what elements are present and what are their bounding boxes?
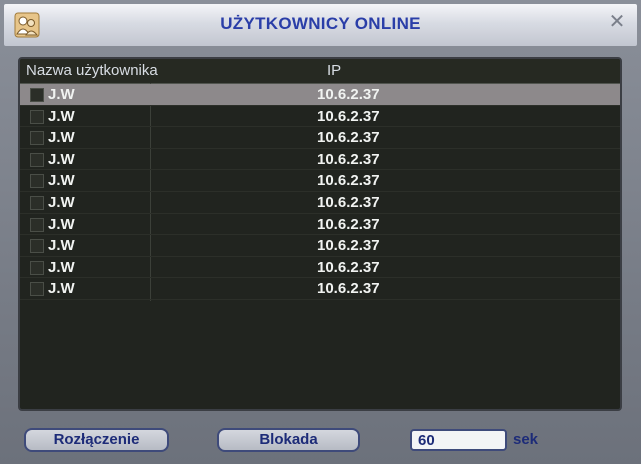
online-users-dialog: UŻYTKOWNICY ONLINE ✕ Nazwa użytkownika I…: [0, 0, 641, 464]
ip-cell: 10.6.2.37: [317, 193, 380, 211]
username-cell: J.W: [48, 86, 75, 103]
table-row[interactable]: J.W 10.6.2.37: [20, 235, 620, 257]
row-checkbox[interactable]: [30, 131, 44, 146]
username-cell: J.W: [48, 258, 75, 276]
username-cell: J.W: [48, 237, 75, 255]
table-row[interactable]: J.W 10.6.2.37: [20, 278, 620, 300]
column-header-ip[interactable]: IP: [327, 62, 341, 79]
ip-cell: 10.6.2.37: [317, 237, 380, 255]
table-body: J.W 10.6.2.37 J.W 10.6.2.37 J.W 10.6.2.37 J.W 1…: [20, 84, 620, 300]
username-cell: J.W: [48, 129, 75, 147]
ip-cell: 10.6.2.37: [317, 150, 380, 168]
table-row[interactable]: J.W 10.6.2.37: [20, 84, 620, 106]
ip-cell: 10.6.2.37: [317, 280, 380, 298]
block-seconds-input[interactable]: [410, 429, 507, 451]
table-row[interactable]: J.W 10.6.2.37: [20, 214, 620, 236]
ip-cell: 10.6.2.37: [317, 86, 380, 103]
row-checkbox[interactable]: [30, 260, 44, 275]
disconnect-button[interactable]: Rozłączenie: [24, 428, 169, 452]
row-checkbox[interactable]: [30, 88, 44, 102]
row-checkbox[interactable]: [30, 239, 44, 254]
block-button[interactable]: Blokada: [217, 428, 360, 452]
row-checkbox[interactable]: [30, 195, 44, 210]
username-cell: J.W: [48, 150, 75, 168]
online-users-table: Nazwa użytkownika IP J.W 10.6.2.37 J.W 10.6…: [18, 57, 622, 411]
table-row[interactable]: J.W 10.6.2.37: [20, 149, 620, 171]
ip-cell: 10.6.2.37: [317, 107, 380, 125]
table-header: Nazwa użytkownika IP: [20, 59, 620, 84]
row-checkbox[interactable]: [30, 152, 44, 167]
table-row[interactable]: J.W 10.6.2.37: [20, 170, 620, 192]
table-row[interactable]: J.W 10.6.2.37: [20, 106, 620, 128]
ip-cell: 10.6.2.37: [317, 129, 380, 147]
row-checkbox[interactable]: [30, 174, 44, 189]
username-cell: J.W: [48, 193, 75, 211]
title-bar: UŻYTKOWNICY ONLINE ✕: [4, 4, 637, 46]
username-cell: J.W: [48, 215, 75, 233]
username-cell: J.W: [48, 107, 75, 125]
row-checkbox[interactable]: [30, 217, 44, 232]
table-row[interactable]: J.W 10.6.2.37: [20, 192, 620, 214]
column-header-username[interactable]: Nazwa użytkownika: [26, 62, 158, 79]
seconds-unit-label: sek: [513, 431, 539, 448]
ip-cell: 10.6.2.37: [317, 215, 380, 233]
close-icon[interactable]: ✕: [605, 10, 629, 34]
ip-cell: 10.6.2.37: [317, 258, 380, 276]
row-checkbox[interactable]: [30, 282, 44, 297]
table-row[interactable]: J.W 10.6.2.37: [20, 127, 620, 149]
dialog-title: UŻYTKOWNICY ONLINE: [220, 14, 421, 33]
table-row[interactable]: J.W 10.6.2.37: [20, 257, 620, 279]
username-cell: J.W: [48, 280, 75, 298]
ip-cell: 10.6.2.37: [317, 172, 380, 190]
username-cell: J.W: [48, 172, 75, 190]
row-checkbox[interactable]: [30, 109, 44, 124]
